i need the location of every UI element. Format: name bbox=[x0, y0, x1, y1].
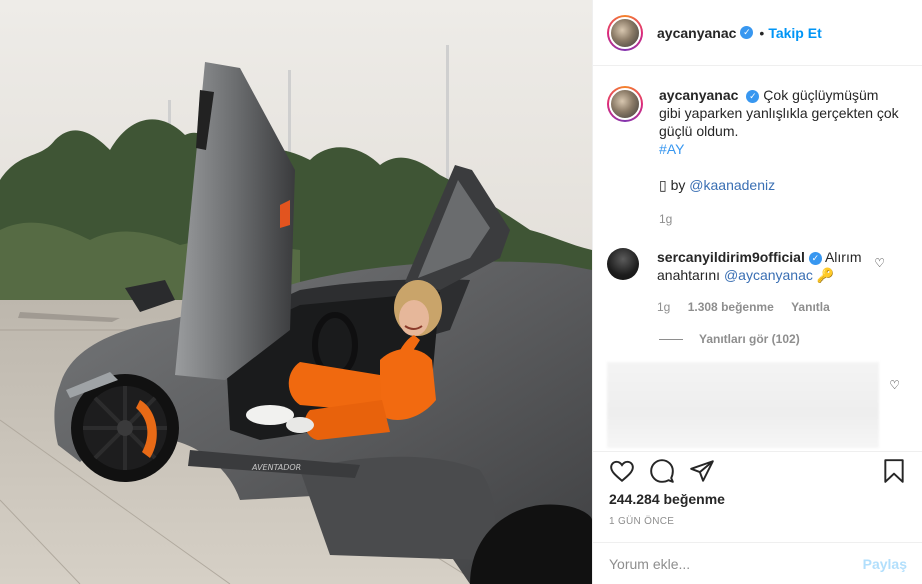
comment-box: Paylaş bbox=[593, 542, 922, 584]
comment-icon[interactable] bbox=[649, 458, 675, 484]
post-header: aycanyanac ✓ • Takip Et bbox=[593, 0, 922, 66]
like-count[interactable]: 244.284 beğenme bbox=[609, 491, 725, 507]
key-emoji-icon: 🔑 bbox=[816, 267, 835, 283]
caption-time[interactable]: 1g bbox=[659, 210, 899, 228]
post-actions: 244.284 beğenme 1 GÜN ÖNCE bbox=[593, 451, 922, 551]
author-username[interactable]: aycanyanac bbox=[657, 25, 736, 41]
photo-credit: ▯ by @kaanadeniz bbox=[659, 176, 899, 194]
caption-hashtag[interactable]: #AY bbox=[659, 140, 899, 158]
commenter-avatar[interactable] bbox=[607, 248, 639, 280]
verified-badge-icon: ✓ bbox=[740, 26, 754, 39]
view-replies-label: Yanıtları gör (102) bbox=[699, 332, 800, 346]
verified-badge-icon: ✓ bbox=[808, 251, 822, 265]
reply-button[interactable]: Yanıtla bbox=[791, 300, 830, 314]
post-caption: aycanyanac ✓ Çok güçlüymüşüm gibi yaparke… bbox=[607, 86, 907, 228]
post-photo[interactable]: AVENTADOR bbox=[0, 0, 592, 584]
post-photo-illustration: AVENTADOR bbox=[0, 0, 592, 584]
comment-body: sercanyildirim9official ✓ Alırım anahtarı… bbox=[657, 248, 887, 316]
caption-body: aycanyanac ✓ Çok güçlüymüşüm gibi yaparke… bbox=[659, 86, 899, 228]
header-separator: • bbox=[759, 24, 765, 41]
comment-likes[interactable]: 1.308 beğenme bbox=[688, 300, 774, 314]
paper-plane-icon[interactable] bbox=[689, 458, 715, 484]
svg-text:AVENTADOR: AVENTADOR bbox=[251, 463, 301, 472]
bookmark-icon[interactable] bbox=[881, 458, 907, 484]
comment-meta: 1g 1.308 beğenme Yanıtla bbox=[657, 298, 887, 316]
heart-icon[interactable] bbox=[609, 458, 635, 484]
replies-divider bbox=[659, 338, 683, 340]
commenter-username[interactable]: sercanyildirim9official bbox=[657, 249, 805, 265]
comment-like-heart-icon[interactable]: ♡ bbox=[889, 378, 900, 392]
comment-like-heart-icon[interactable]: ♡ bbox=[874, 256, 885, 270]
post-comment-button[interactable]: Paylaş bbox=[863, 556, 907, 572]
credit-prefix: ▯ by bbox=[659, 177, 686, 193]
author-avatar[interactable] bbox=[607, 14, 643, 51]
view-replies-button[interactable]: Yanıtları gör (102) bbox=[659, 332, 800, 346]
comment-time[interactable]: 1g bbox=[657, 300, 670, 314]
comment-mention[interactable]: @aycanyanac bbox=[724, 267, 813, 283]
post-container: AVENTADOR aycanyanac ✓ • Takip Et aycany… bbox=[0, 0, 922, 584]
caption-avatar[interactable] bbox=[607, 86, 643, 122]
post-details-panel: aycanyanac ✓ • Takip Et aycanyanac ✓ Çok … bbox=[592, 0, 922, 584]
posted-time[interactable]: 1 GÜN ÖNCE bbox=[609, 516, 674, 527]
caption-username[interactable]: aycanyanac bbox=[659, 87, 738, 103]
comment-input[interactable] bbox=[609, 555, 863, 572]
follow-button[interactable]: Takip Et bbox=[768, 25, 821, 41]
credit-mention[interactable]: @kaanadeniz bbox=[689, 177, 775, 193]
comment-item: sercanyildirim9official ✓ Alırım anahtarı… bbox=[607, 248, 907, 316]
verified-badge-icon: ✓ bbox=[746, 89, 760, 103]
blurred-comment bbox=[607, 362, 879, 448]
